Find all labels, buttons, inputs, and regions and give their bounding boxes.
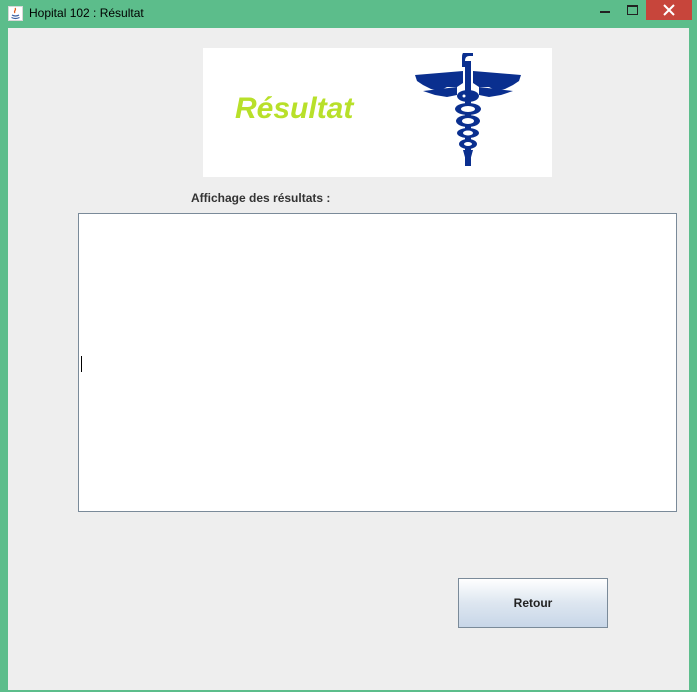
caduceus-icon xyxy=(415,53,521,166)
maximize-button[interactable] xyxy=(618,0,646,20)
title-bar: Hopital 102 : Résultat xyxy=(0,0,697,28)
close-icon xyxy=(663,4,675,16)
maximize-icon xyxy=(627,5,638,15)
header-banner: Résultat xyxy=(203,48,552,177)
results-label: Affichage des résultats : xyxy=(191,191,331,205)
text-caret xyxy=(81,356,82,372)
window-content: Résultat Affichage des résultats: Retou… xyxy=(8,28,689,690)
minimize-icon xyxy=(600,11,610,13)
minimize-button[interactable] xyxy=(590,0,618,20)
banner-title: Résultat xyxy=(235,92,354,125)
retour-button[interactable]: Retour xyxy=(458,578,608,628)
results-textarea[interactable] xyxy=(78,213,677,512)
window-title: Hopital 102 : Résultat xyxy=(29,6,144,20)
close-button[interactable] xyxy=(646,0,692,20)
java-app-icon xyxy=(8,6,23,21)
